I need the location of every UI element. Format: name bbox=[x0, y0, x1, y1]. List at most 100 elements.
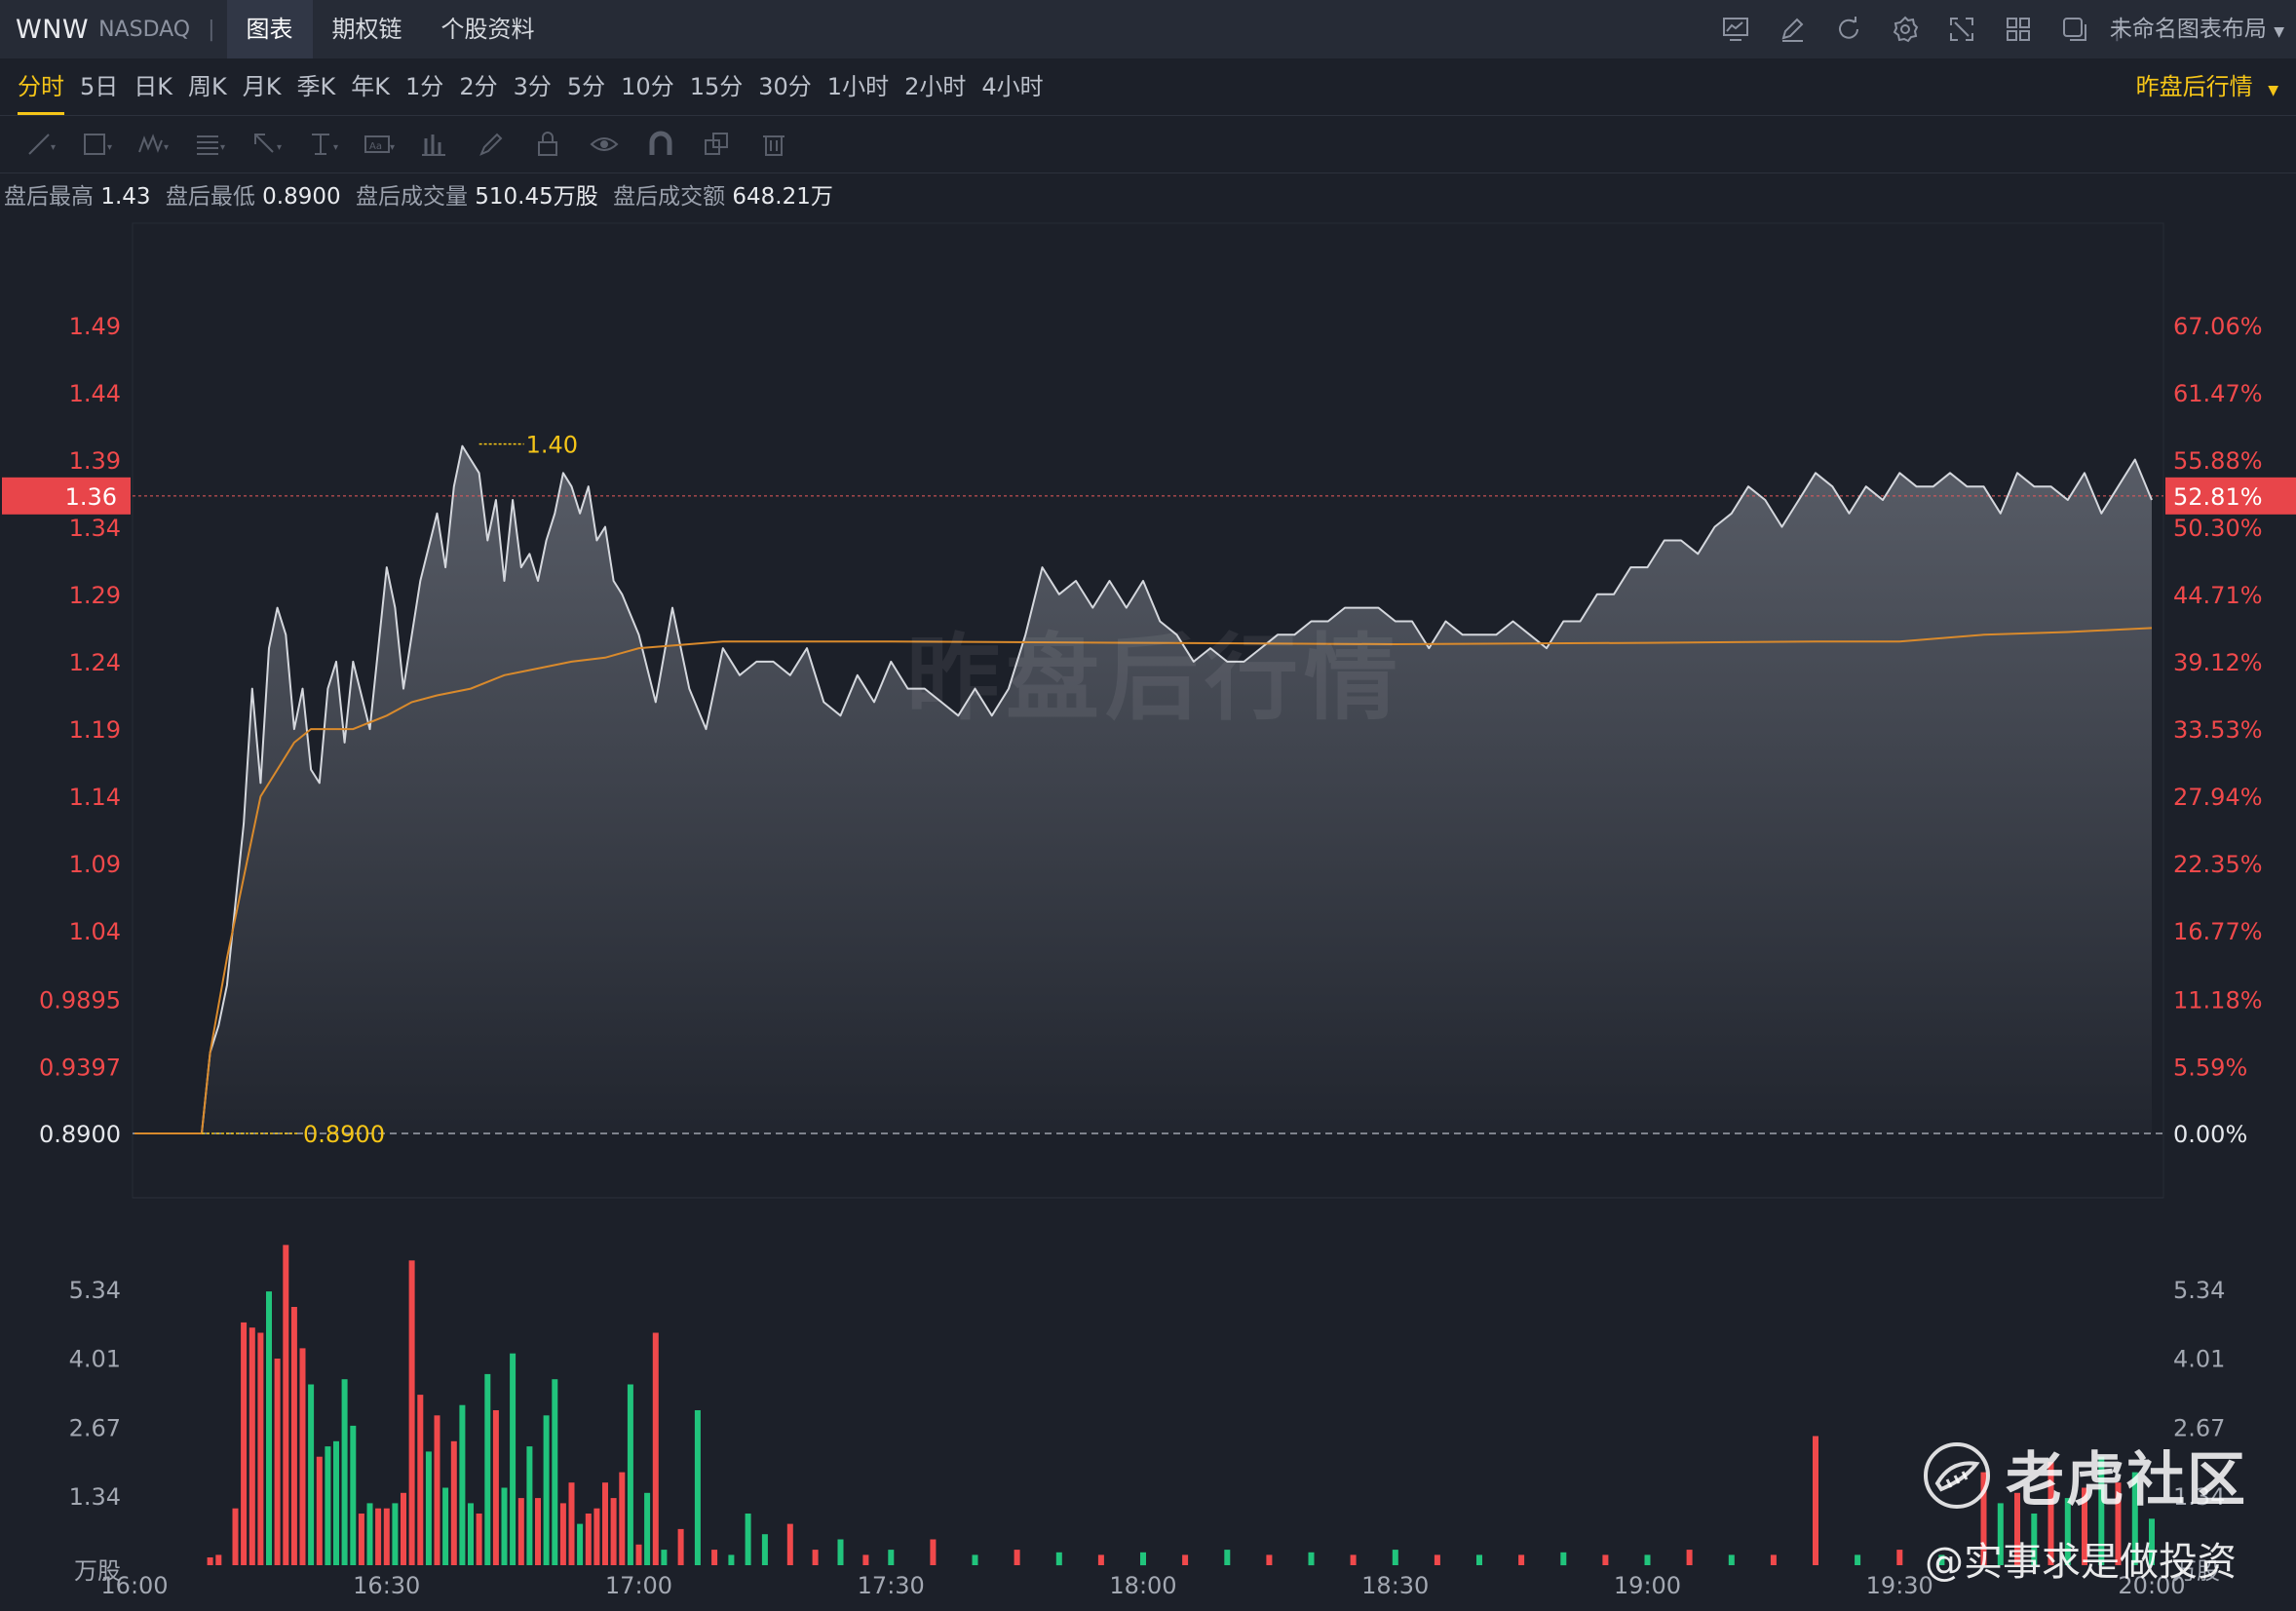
volume-bar bbox=[299, 1348, 306, 1565]
time-axis-tick: 16:00 bbox=[100, 1572, 168, 1599]
volume-bar bbox=[610, 1498, 617, 1565]
volume-bar bbox=[1644, 1554, 1651, 1565]
time-axis-tick: 18:30 bbox=[1361, 1572, 1429, 1599]
price-axis-tick: 1.19 bbox=[69, 716, 121, 744]
volume-bar bbox=[1392, 1550, 1398, 1565]
percent-axis-tick: 5.59% bbox=[2173, 1054, 2247, 1081]
current-price-label: 1.36 bbox=[65, 483, 117, 511]
volume-bar bbox=[559, 1503, 566, 1565]
time-axis-tick: 17:00 bbox=[605, 1572, 672, 1599]
volume-bar bbox=[408, 1260, 415, 1565]
time-axis-tick: 17:30 bbox=[858, 1572, 925, 1599]
price-axis-tick: 1.24 bbox=[69, 649, 121, 676]
volume-bar bbox=[442, 1487, 449, 1565]
price-axis-tick: 0.9397 bbox=[39, 1054, 121, 1081]
volume-bar bbox=[1896, 1550, 1903, 1565]
volume-bar bbox=[526, 1446, 533, 1565]
volume-bar bbox=[568, 1482, 575, 1565]
volume-bar bbox=[888, 1550, 895, 1565]
price-axis-tick: 1.09 bbox=[69, 851, 121, 878]
volume-bar bbox=[401, 1492, 406, 1565]
volume-bar bbox=[728, 1554, 735, 1565]
time-axis-tick: 18:00 bbox=[1109, 1572, 1176, 1599]
volume-bar bbox=[1140, 1552, 1146, 1566]
percent-axis-tick: 33.53% bbox=[2173, 716, 2263, 744]
volume-bar bbox=[333, 1440, 339, 1565]
volume-bar bbox=[341, 1379, 348, 1565]
low-marker-label: 0.8900 bbox=[303, 1121, 385, 1148]
volume-bar bbox=[619, 1472, 626, 1565]
percent-axis-tick: 61.47% bbox=[2173, 380, 2263, 407]
volume-bar bbox=[745, 1514, 751, 1565]
volume-bar bbox=[417, 1395, 424, 1565]
price-axis-tick: 1.39 bbox=[69, 447, 121, 475]
brand-name: 老虎社区 bbox=[2006, 1446, 2247, 1515]
percent-axis-tick: 44.71% bbox=[2173, 582, 2263, 609]
volume-axis-tick-left: 4.01 bbox=[69, 1345, 121, 1372]
volume-bar bbox=[290, 1307, 297, 1565]
volume-bar bbox=[316, 1456, 323, 1565]
volume-bar bbox=[1602, 1554, 1609, 1565]
volume-bar bbox=[627, 1384, 633, 1565]
volume-bar bbox=[1476, 1554, 1482, 1565]
volume-bar bbox=[450, 1440, 457, 1565]
volume-axis-tick-right: 5.34 bbox=[2173, 1277, 2225, 1304]
volume-bar bbox=[535, 1498, 541, 1565]
volume-axis-tick-left: 5.34 bbox=[69, 1277, 121, 1304]
volume-axis-tick-right: 4.01 bbox=[2173, 1345, 2225, 1372]
volume-bar bbox=[1097, 1554, 1104, 1565]
volume-bar bbox=[484, 1373, 491, 1565]
volume-bar bbox=[1224, 1550, 1231, 1565]
volume-bar bbox=[543, 1415, 550, 1565]
percent-axis-tick: 11.18% bbox=[2173, 986, 2263, 1014]
price-axis-tick: 1.14 bbox=[69, 784, 121, 811]
volume-bar bbox=[577, 1523, 584, 1565]
volume-bar bbox=[434, 1415, 440, 1565]
volume-bar bbox=[1055, 1552, 1062, 1566]
volume-bar bbox=[249, 1327, 255, 1565]
volume-bar bbox=[661, 1550, 668, 1565]
volume-bar bbox=[366, 1503, 373, 1565]
volume-bar bbox=[677, 1528, 684, 1565]
percent-axis-tick: 16.77% bbox=[2173, 918, 2263, 945]
volume-bar bbox=[257, 1332, 264, 1565]
volume-bar bbox=[232, 1508, 239, 1565]
intraday-chart[interactable]: 1.49 1.44 1.39 1.34 1.29 1.24 1.19 1.14 1.09 1.04… bbox=[0, 0, 2296, 1611]
volume-bar bbox=[761, 1534, 768, 1565]
time-axis-tick: 16:30 bbox=[353, 1572, 420, 1599]
volume-bar bbox=[241, 1322, 248, 1565]
volume-bar bbox=[1434, 1554, 1440, 1565]
volume-bar bbox=[375, 1508, 382, 1565]
volume-bar bbox=[694, 1410, 701, 1565]
percent-axis-tick: 50.30% bbox=[2173, 515, 2263, 542]
price-axis-tick: 0.9895 bbox=[39, 986, 121, 1014]
current-pct-label: 52.81% bbox=[2173, 483, 2263, 511]
price-axis-tick: 1.29 bbox=[69, 582, 121, 609]
brand-logo: 老虎社区 bbox=[1922, 1433, 2247, 1517]
volume-bar bbox=[1855, 1554, 1861, 1565]
volume-bar bbox=[862, 1554, 869, 1565]
volume-bar bbox=[325, 1446, 331, 1565]
chart-watermark: 昨盘后行情 bbox=[906, 624, 1403, 733]
volume-bar bbox=[1182, 1554, 1189, 1565]
volume-axis-tick-left: 1.34 bbox=[69, 1483, 121, 1511]
volume-bar bbox=[1350, 1554, 1357, 1565]
percent-axis-tick: 27.94% bbox=[2173, 784, 2263, 811]
volume-bar bbox=[459, 1404, 466, 1565]
price-axis-tick: 1.34 bbox=[69, 515, 121, 542]
volume-bar bbox=[510, 1353, 517, 1565]
price-axis-tick: 1.44 bbox=[69, 380, 121, 407]
volume-bar bbox=[468, 1503, 474, 1565]
volume-bar bbox=[652, 1332, 659, 1565]
volume-bar bbox=[930, 1539, 937, 1565]
price-axis-tick: 0.8900 bbox=[39, 1121, 121, 1148]
volume-bar bbox=[492, 1410, 499, 1565]
volume-bar bbox=[392, 1503, 399, 1565]
volume-bar bbox=[552, 1379, 558, 1565]
volume-bar bbox=[585, 1514, 592, 1565]
volume-bar bbox=[602, 1482, 608, 1565]
tiger-logo-icon bbox=[1924, 1441, 1990, 1509]
volume-bar bbox=[1560, 1552, 1567, 1566]
percent-axis-tick: 0.00% bbox=[2173, 1121, 2247, 1148]
volume-bar bbox=[1266, 1554, 1273, 1565]
